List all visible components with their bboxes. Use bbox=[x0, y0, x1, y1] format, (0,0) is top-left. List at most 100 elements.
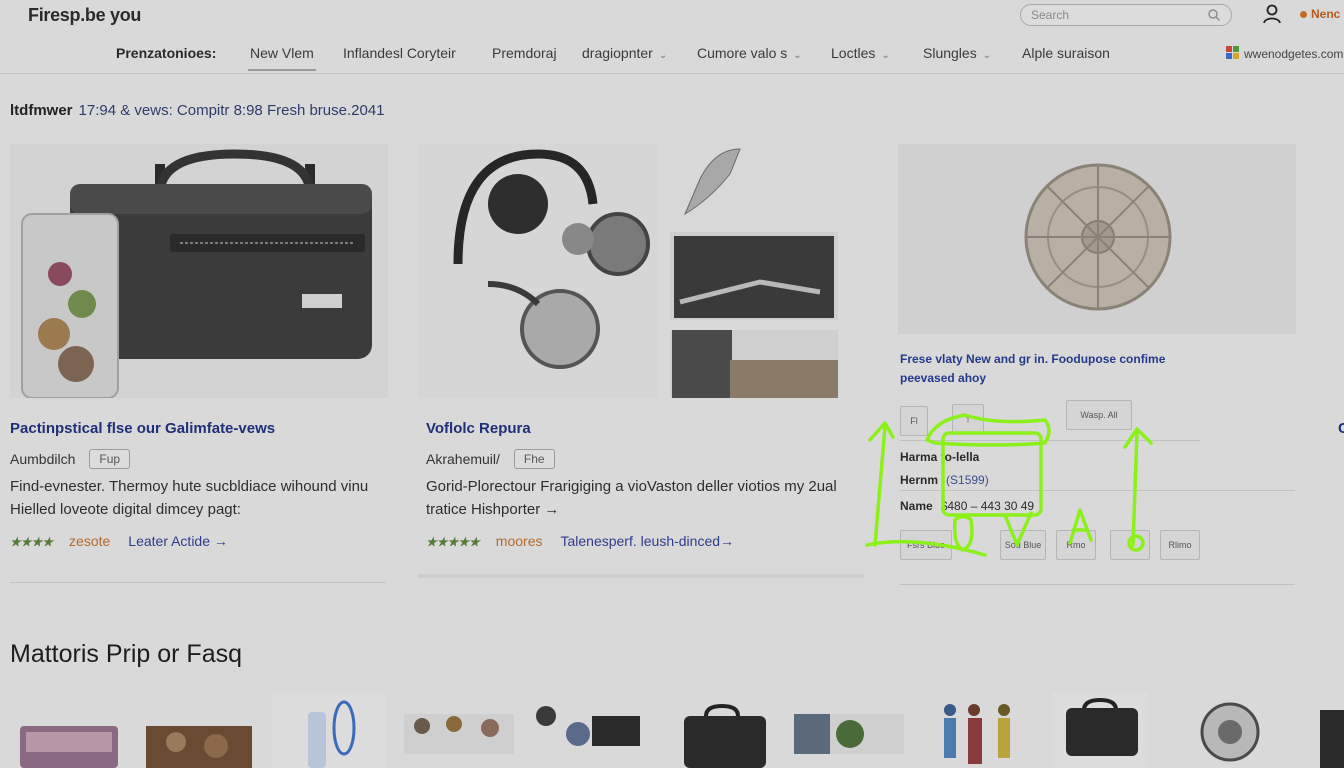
option-button[interactable]: Rmo bbox=[1056, 530, 1096, 560]
breadcrumb-text: 17:94 & vews: Compitr 8:98 Fresh bruse.2… bbox=[78, 102, 385, 119]
attribute-value[interactable]: (S1599) bbox=[946, 473, 989, 487]
attribute-row: Name $480 – 443 30 49 bbox=[900, 499, 1034, 513]
nav-item-premdoraj[interactable]: Premdoraj bbox=[492, 45, 557, 61]
option-button[interactable]: Sod Blue bbox=[1000, 530, 1046, 560]
product-thumb[interactable] bbox=[794, 692, 904, 768]
attribute-row: Hernm (S1599) bbox=[900, 473, 989, 487]
card-footer: ★★★★ zesote Leater Actide → bbox=[10, 533, 228, 549]
nav-item-label: dragiopnter bbox=[582, 45, 653, 61]
product-thumb[interactable] bbox=[404, 692, 514, 768]
nav-item-label: Loctles bbox=[831, 45, 876, 61]
thumb-illustration bbox=[670, 232, 838, 320]
dial-illustration bbox=[898, 144, 1296, 334]
card-tag[interactable]: moores bbox=[496, 533, 543, 549]
nav-item-alple[interactable]: Alple suraison bbox=[1022, 45, 1110, 61]
account-dot-icon bbox=[1300, 11, 1307, 18]
attribute-value: $480 – 443 30 49 bbox=[940, 499, 1035, 513]
nav-item-label: Alple suraison bbox=[1022, 45, 1110, 61]
option-button[interactable] bbox=[1110, 530, 1150, 560]
thumb-illustration bbox=[670, 144, 838, 222]
card-description: Gorid-Plorectour Frarigiging a vioVaston… bbox=[426, 478, 837, 518]
filter-button[interactable]: Fl bbox=[900, 406, 928, 436]
product-thumb[interactable] bbox=[1316, 692, 1344, 768]
card-divider bbox=[900, 490, 1295, 491]
thumb-image-1[interactable] bbox=[670, 144, 838, 222]
nav-item-new[interactable]: New Vlem bbox=[248, 45, 316, 71]
option-button[interactable]: Rlimo bbox=[1160, 530, 1200, 560]
thumb-image-2[interactable] bbox=[670, 232, 838, 320]
card-chip[interactable]: Fhe bbox=[513, 449, 555, 469]
attribute-label: Harma to-lella bbox=[900, 450, 980, 464]
thumb-illustration bbox=[20, 726, 118, 768]
search-icon[interactable] bbox=[1207, 8, 1221, 22]
product-thumb[interactable] bbox=[534, 692, 644, 768]
nav-item-cumore[interactable]: Cumore valo s ⌄ bbox=[697, 45, 802, 61]
card-tag[interactable]: zesote bbox=[69, 533, 110, 549]
product-image-bag[interactable] bbox=[10, 144, 388, 398]
card-link[interactable]: Talenesperf. leush-dinced→ bbox=[560, 533, 734, 549]
thumb-illustration bbox=[944, 704, 1010, 764]
card-divider bbox=[900, 584, 1295, 585]
thumb-illustration bbox=[308, 700, 356, 768]
nav-item-dragiopnter[interactable]: dragiopnter ⌄ bbox=[582, 45, 667, 61]
product-thumb[interactable] bbox=[1188, 692, 1284, 768]
thumb-illustration bbox=[536, 706, 640, 746]
card-footer: ★★★★★ moores Talenesperf. leush-dinced→ bbox=[426, 533, 734, 549]
card-meta: Aumbdilch Fup bbox=[10, 449, 131, 469]
search-input[interactable] bbox=[1031, 8, 1207, 22]
card-title-peek[interactable]: C bbox=[1338, 420, 1344, 437]
product-image-headphones[interactable] bbox=[418, 144, 658, 398]
card-divider bbox=[418, 574, 864, 578]
promo-text[interactable]: Frese vlaty New and gr in. Foodupose con… bbox=[900, 350, 1200, 388]
nav-item-label: Inflandesl Coryteir bbox=[343, 45, 456, 61]
site-logo[interactable]: Firesp.be you bbox=[28, 5, 141, 26]
partner-label: wwenodgetes.com bbox=[1244, 47, 1344, 61]
product-thumb[interactable] bbox=[672, 692, 768, 768]
anchor-button[interactable]: † bbox=[952, 404, 984, 434]
nav-item-label: Premdoraj bbox=[492, 45, 557, 61]
card-divider bbox=[10, 582, 386, 583]
thumb-illustration bbox=[1066, 697, 1138, 756]
thumb-illustration bbox=[1320, 710, 1344, 768]
account-label: Nenc bbox=[1311, 7, 1341, 21]
nav-item-slungles[interactable]: Slungles ⌄ bbox=[923, 45, 991, 61]
nav-item-label: Slungles bbox=[923, 45, 977, 61]
product-thumb[interactable] bbox=[20, 692, 120, 768]
card-description: Find-evnester. Thermoy hute sucbldiace w… bbox=[10, 478, 369, 518]
card-chip[interactable]: Fup bbox=[89, 449, 131, 469]
nav-item-label: New Vlem bbox=[250, 45, 314, 61]
card-title[interactable]: Voflolc Repura bbox=[426, 420, 531, 437]
option-button[interactable]: Fsrs Blue bbox=[900, 530, 952, 560]
thumb-illustration bbox=[1200, 702, 1260, 762]
search-box[interactable] bbox=[1020, 4, 1232, 26]
chevron-down-icon: ⌄ bbox=[658, 50, 668, 61]
product-thumb[interactable] bbox=[146, 692, 252, 768]
product-image-dial[interactable] bbox=[898, 144, 1296, 334]
attribute-label: Name bbox=[900, 499, 933, 513]
rating-badge: ★★★★★ bbox=[426, 535, 480, 549]
card-link[interactable]: Leater Actide → bbox=[128, 533, 228, 549]
user-icon[interactable] bbox=[1261, 3, 1283, 25]
attribute-label: Hernm bbox=[900, 473, 939, 487]
thumb-illustration bbox=[146, 726, 252, 768]
partner-logo-icon bbox=[1226, 46, 1239, 59]
category-nav: Prenzatonioes: New Vlem Inflandesl Coryt… bbox=[0, 32, 1344, 74]
nav-item-loctles[interactable]: Loctles ⌄ bbox=[831, 45, 890, 61]
wasp-all-button[interactable]: Wasp. All bbox=[1066, 400, 1132, 430]
chevron-down-icon: ⌄ bbox=[793, 50, 802, 61]
product-thumb[interactable] bbox=[936, 692, 1026, 768]
thumb-image-3[interactable] bbox=[670, 330, 838, 398]
product-thumb[interactable] bbox=[1052, 692, 1148, 768]
top-bar: Firesp.be you Nenc bbox=[0, 0, 1344, 32]
account-link[interactable]: Nenc bbox=[1300, 7, 1340, 21]
section-title: Mattoris Prip or Fasq bbox=[10, 640, 243, 668]
rating-badge: ★★★★ bbox=[10, 535, 54, 549]
card-divider bbox=[900, 440, 1200, 441]
nav-title: Prenzatonioes: bbox=[116, 45, 217, 61]
nav-item-inflandesl[interactable]: Inflandesl Coryteir bbox=[343, 45, 456, 61]
partner-link[interactable]: wwenodgetes.com bbox=[1226, 46, 1343, 61]
breadcrumb-bold: ltdfmwer bbox=[10, 102, 73, 119]
card-title[interactable]: Pactinpstical flse our Galimfate-vews bbox=[10, 420, 275, 437]
card-meta: Akrahemuil/Fhe bbox=[426, 449, 555, 469]
product-thumb[interactable] bbox=[272, 692, 386, 768]
